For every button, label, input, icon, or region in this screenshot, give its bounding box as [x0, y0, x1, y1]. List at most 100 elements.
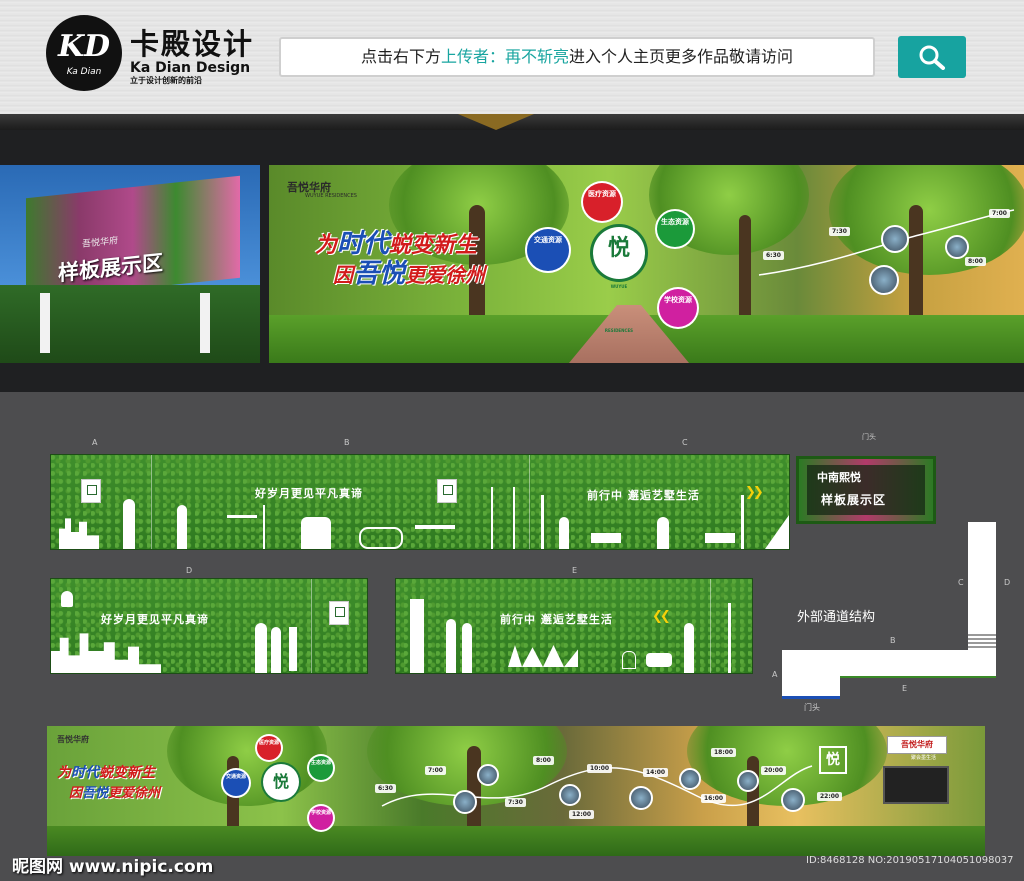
- passage-door-label: 门头: [804, 703, 820, 712]
- panel-slogan: 前行中 邂逅艺墅生活: [500, 613, 613, 626]
- timeline-photo: [737, 770, 759, 792]
- passage-label: A: [772, 670, 778, 679]
- panel-divider: [529, 455, 530, 549]
- panel-slogan: 好岁月更见平凡真谛: [255, 487, 363, 500]
- pillar: [200, 293, 210, 353]
- timeline-item: 20:00: [761, 766, 787, 775]
- search-button[interactable]: [898, 36, 966, 78]
- birdcage-icon: [622, 651, 636, 669]
- panel-label: D: [186, 566, 193, 575]
- passage-label: D: [1004, 578, 1011, 587]
- passage-steps: [968, 634, 996, 648]
- dog-icon: [646, 653, 672, 667]
- project-plaque: [329, 601, 349, 625]
- couple-icon: [271, 627, 281, 673]
- mannequin-icon: [289, 627, 297, 671]
- panel-label: C: [682, 438, 688, 447]
- seesaw-icon: [415, 525, 455, 529]
- band-notch: [458, 114, 534, 130]
- passage-label: E: [902, 684, 908, 693]
- timeline-item: 6:30: [375, 784, 396, 793]
- brand-name-en: Ka Dian Design: [130, 60, 251, 76]
- uploader-link[interactable]: 上传者：再不斩亮: [441, 47, 569, 66]
- timeline-item: 8:00: [533, 756, 554, 765]
- watermark-site[interactable]: 昵图网 www.nipic.com: [12, 852, 213, 877]
- children-jumping-icon: [508, 645, 578, 667]
- search-suffix: 进入个人主页更多作品敬请访问: [569, 47, 794, 66]
- sign-board: 中南熙悦 样板展示区: [807, 465, 925, 515]
- timeline-photo: [477, 764, 499, 786]
- hub-school: 学校资源: [309, 806, 333, 830]
- panel-slogan: 前行中 邂逅艺墅生活: [587, 489, 700, 502]
- dining-couple-icon: [301, 517, 331, 549]
- watermark-id: ID:8468128 NO:20190517104051098037: [806, 855, 1014, 866]
- pillar: [40, 293, 50, 353]
- shopper-icon: [446, 619, 456, 673]
- logo-sub: Ka Dian: [66, 67, 102, 77]
- slogan-line-2: 因吾悦更爱徐州: [333, 259, 486, 289]
- entrance-sign: 中南熙悦 样板展示区: [796, 456, 936, 524]
- chevron-right-icon: ❯❯: [745, 485, 764, 500]
- panel-label: A: [92, 438, 98, 447]
- search-prefix: 点击右下方: [360, 47, 441, 66]
- slogan-line-1: 为时代蜕变新生: [57, 765, 155, 781]
- panorama-render: 吾悦华府 为时代蜕变新生 因吾悦更爱徐州 悦 医疗资源 生态资源 交通资源 学校…: [47, 726, 985, 856]
- timeline-item: 6:30: [763, 251, 784, 260]
- timeline-item: 7:00: [989, 209, 1010, 218]
- panel-label: B: [344, 438, 350, 447]
- park-render: 吾悦华府 WUYUE RESIDENCES 为时代蜕变新生 因吾悦更爱徐州 悦 …: [269, 165, 1024, 363]
- timeline-item: 14:00: [643, 768, 669, 777]
- timeline-item: 12:00: [569, 810, 595, 819]
- timeline-photo: [453, 790, 477, 814]
- brand-name-cn: 卡殿设计: [130, 27, 255, 61]
- bench-icon: [591, 533, 621, 543]
- brand-logo[interactable]: KD Ka Dian: [46, 15, 122, 91]
- timeline-photo: [881, 225, 909, 253]
- project-sign: 吾悦华府: [887, 736, 947, 754]
- hoarding-panel-e: 前行中 邂逅艺墅生活 ❮❮: [395, 578, 753, 674]
- hub-medical: 医疗资源: [257, 736, 281, 760]
- chevron-left-icon: ❮❮: [652, 609, 671, 624]
- passage-edge-line: [840, 676, 996, 678]
- logo-mark: KD: [57, 29, 111, 64]
- couple-icon: [255, 623, 267, 673]
- skyline-corner-icon: [765, 515, 789, 549]
- passage-segment-a: [782, 650, 840, 698]
- timeline-item: 7:30: [829, 227, 850, 236]
- street-lamp-icon: [741, 495, 744, 549]
- hoarding-panel-d: 好岁月更见平凡真谛: [50, 578, 368, 674]
- hub-school: 学校资源: [659, 289, 697, 327]
- timeline-item: 7:30: [505, 798, 526, 807]
- panel-divider: [311, 579, 312, 673]
- timeline-photo: [629, 786, 653, 810]
- passage-entrance-line: [782, 696, 840, 699]
- city-skyline-icon: [59, 518, 99, 549]
- table-icon: [227, 515, 257, 518]
- search-input[interactable]: 点击右下方上传者：再不斩亮进入个人主页更多作品敬请访问: [279, 37, 875, 77]
- family-icon: [177, 505, 187, 549]
- sign-brand: 中南熙悦: [817, 471, 861, 484]
- spiral-stair-icon: [491, 487, 515, 549]
- timeline-item: 8:00: [965, 257, 986, 266]
- street-lamp-icon: [728, 603, 731, 673]
- passage-label: B: [890, 636, 896, 645]
- timeline-photo: [679, 768, 701, 790]
- timeline-photo: [559, 784, 581, 806]
- hub-transport: 交通资源: [223, 770, 249, 796]
- showroom-render: 吾悦华府 样板展示区: [0, 165, 260, 363]
- panel-slogan: 好岁月更见平凡真谛: [101, 613, 209, 626]
- hub-medical: 医疗资源: [583, 183, 621, 221]
- timeline-item: 18:00: [711, 748, 737, 757]
- timeline-item: 10:00: [587, 764, 613, 773]
- timeline-photo: [869, 265, 899, 295]
- lamp-icon: [263, 505, 265, 549]
- project-plaque: [437, 479, 457, 503]
- timeline-item: 16:00: [701, 794, 727, 803]
- timeline-photo: [781, 788, 805, 812]
- timeline-item: 22:00: [817, 792, 843, 801]
- display-screen: [883, 766, 949, 804]
- timeline-photo: [945, 235, 969, 259]
- timeline-item: 7:00: [425, 766, 446, 775]
- hub-center: 悦: [263, 764, 299, 800]
- hub-center: 悦 WUYUE RESIDENCES: [593, 227, 645, 333]
